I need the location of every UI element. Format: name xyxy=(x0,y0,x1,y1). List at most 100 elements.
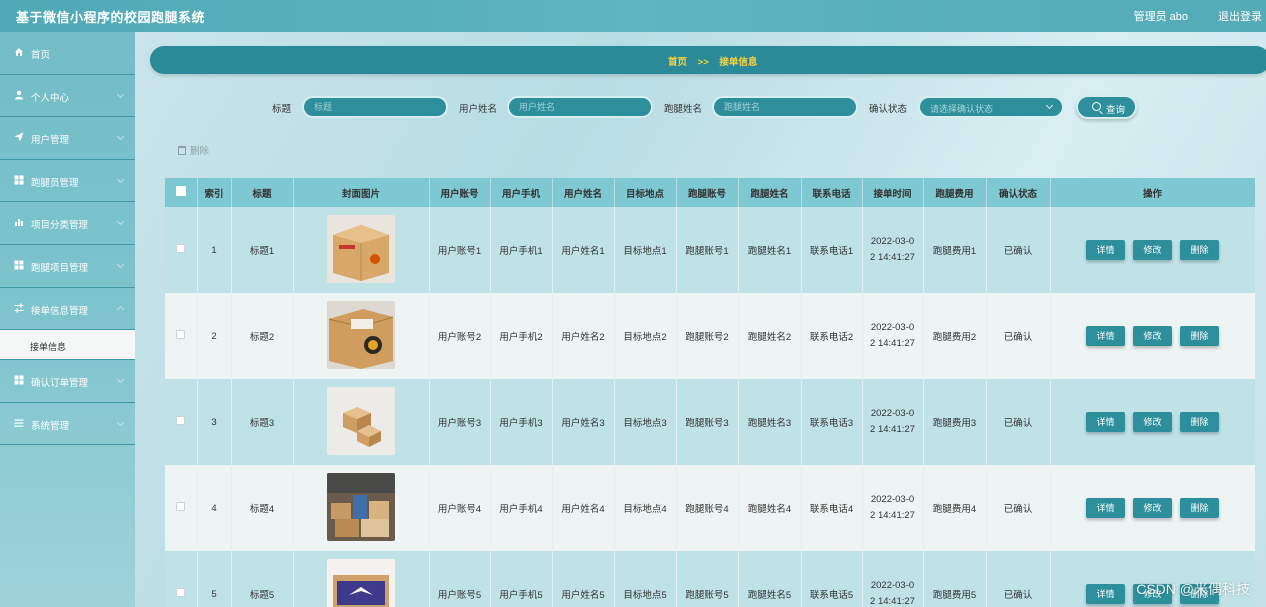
cell-account: 用户账号3 xyxy=(429,379,491,465)
username-input[interactable] xyxy=(507,96,653,118)
sidebar-item-confirm-orders[interactable]: 确认订单管理 xyxy=(0,360,135,403)
cell-runner-name: 跑腿姓名1 xyxy=(738,207,802,293)
cell-runner-account: 跑腿账号4 xyxy=(676,465,739,551)
cell-runner-name: 跑腿姓名4 xyxy=(738,465,802,551)
col-cover: 封面图片 xyxy=(293,178,430,207)
row-checkbox[interactable] xyxy=(165,293,198,379)
detail-button[interactable]: 详情 xyxy=(1086,240,1125,260)
cell-fee: 跑腿费用5 xyxy=(923,551,987,607)
cover-image xyxy=(327,214,395,283)
cell-tel: 联系电话3 xyxy=(801,379,863,465)
query-button[interactable]: 查询 xyxy=(1076,95,1137,119)
chevron-down-icon xyxy=(1045,101,1054,110)
detail-button[interactable]: 详情 xyxy=(1086,584,1125,604)
runner-name-label: 跑腿姓名 xyxy=(664,104,703,115)
cell-name: 用户姓名5 xyxy=(552,551,615,607)
chevron-down-icon xyxy=(116,376,125,384)
breadcrumb: 首页 >> 接单信息 xyxy=(150,46,1266,74)
status-select[interactable]: 请选择确认状态 xyxy=(918,96,1064,118)
title-input[interactable] xyxy=(302,96,448,118)
sidebar-item-home[interactable]: 首页 xyxy=(0,32,135,75)
cell-title: 标题1 xyxy=(231,207,294,293)
table-header-row: 索引 标题 封面图片 用户账号 用户手机 用户姓名 目标地点 跑腿账号 跑腿姓名… xyxy=(165,178,1255,207)
sidebar-item-projects[interactable]: 跑腿项目管理 xyxy=(0,245,135,288)
batch-delete-button[interactable]: 删除 xyxy=(178,143,209,157)
row-checkbox[interactable] xyxy=(165,207,198,293)
table-row: 4 标题4 用户账号4 用户手机4 用户姓名4 目标地点4 跑腿账号4 跑腿姓名4 联系电话4 2… xyxy=(165,465,1255,551)
cell-dest: 目标地点4 xyxy=(614,465,677,551)
status-select-placeholder: 请选择确认状态 xyxy=(930,104,994,114)
cell-runner-account: 跑腿账号1 xyxy=(676,207,739,293)
cell-phone: 用户手机2 xyxy=(490,293,553,379)
cell-title: 标题5 xyxy=(231,551,294,607)
col-title: 标题 xyxy=(231,178,294,207)
cell-name: 用户姓名2 xyxy=(552,293,615,379)
col-runner-account: 跑腿账号 xyxy=(676,178,739,207)
list-icon xyxy=(14,419,24,427)
cell-name: 用户姓名3 xyxy=(552,379,615,465)
detail-button[interactable]: 详情 xyxy=(1086,498,1125,518)
cell-name: 用户姓名1 xyxy=(552,207,615,293)
app-title: 基于微信小程序的校园跑腿系统 xyxy=(16,10,206,25)
cell-status: 已确认 xyxy=(986,551,1051,607)
col-runner-name: 跑腿姓名 xyxy=(738,178,802,207)
time-line-2: 2 14:41:27 xyxy=(870,338,915,349)
delete-button[interactable]: 删除 xyxy=(1180,498,1219,518)
row-checkbox[interactable] xyxy=(165,551,198,607)
cell-dest: 目标地点1 xyxy=(614,207,677,293)
cell-ops: 详情 修改 删除 xyxy=(1050,465,1255,551)
cell-status: 已确认 xyxy=(986,465,1051,551)
time-line-2: 2 14:41:27 xyxy=(870,424,915,435)
sidebar-subitem-label: 接单信息 xyxy=(30,342,67,353)
sidebar-item-label: 首页 xyxy=(31,50,51,61)
col-ops: 操作 xyxy=(1050,178,1255,207)
cell-account: 用户账号1 xyxy=(429,207,491,293)
time-line-1: 2022-03-0 xyxy=(870,236,915,247)
chevron-up-icon xyxy=(116,305,125,313)
logout-link[interactable]: 退出登录 xyxy=(1218,8,1262,24)
edit-button[interactable]: 修改 xyxy=(1133,412,1172,432)
select-all-checkbox[interactable] xyxy=(165,178,198,207)
cell-cover xyxy=(293,465,430,551)
cell-time: 2022-03-0 2 14:41:27 xyxy=(862,551,924,607)
delete-button[interactable]: 删除 xyxy=(1180,326,1219,346)
home-icon xyxy=(15,48,23,56)
sidebar-item-label: 项目分类管理 xyxy=(31,220,89,232)
row-checkbox[interactable] xyxy=(165,379,198,465)
sidebar-item-label: 确认订单管理 xyxy=(31,378,89,390)
sidebar-subitem-order-info[interactable]: 接单信息 xyxy=(0,330,135,361)
cell-status: 已确认 xyxy=(986,379,1051,465)
edit-button[interactable]: 修改 xyxy=(1133,498,1172,518)
sidebar-item-system[interactable]: 系统管理 xyxy=(0,403,135,446)
username-label: 用户姓名 xyxy=(459,104,498,115)
cell-time: 2022-03-0 2 14:41:27 xyxy=(862,465,924,551)
delete-button[interactable]: 删除 xyxy=(1180,412,1219,432)
top-header: 基于微信小程序的校园跑腿系统 管理员 abo 退出登录 xyxy=(0,0,1266,32)
edit-button[interactable]: 修改 xyxy=(1133,240,1172,260)
edit-button[interactable]: 修改 xyxy=(1133,326,1172,346)
sidebar-item-orders[interactable]: 接单信息管理 xyxy=(0,288,135,331)
cell-runner-account: 跑腿账号5 xyxy=(676,551,739,607)
breadcrumb-separator: >> xyxy=(697,57,709,68)
sidebar-item-category[interactable]: 项目分类管理 xyxy=(0,202,135,245)
cell-fee: 跑腿费用1 xyxy=(923,207,987,293)
cell-cover xyxy=(293,379,430,465)
cell-phone: 用户手机3 xyxy=(490,379,553,465)
time-line-2: 2 14:41:27 xyxy=(870,510,915,521)
detail-button[interactable]: 详情 xyxy=(1086,412,1125,432)
runner-name-input[interactable] xyxy=(712,96,858,118)
grid-icon xyxy=(14,175,24,185)
sidebar-item-label: 接单信息管理 xyxy=(31,305,89,317)
breadcrumb-home[interactable]: 首页 xyxy=(668,57,687,68)
row-checkbox[interactable] xyxy=(165,465,198,551)
bar-chart-icon xyxy=(15,219,23,227)
delete-button[interactable]: 删除 xyxy=(1180,240,1219,260)
detail-button[interactable]: 详情 xyxy=(1086,326,1125,346)
col-fee: 跑腿费用 xyxy=(923,178,987,207)
time-line-1: 2022-03-0 xyxy=(870,494,915,505)
cell-status: 已确认 xyxy=(986,293,1051,379)
sidebar-item-runners[interactable]: 跑腿员管理 xyxy=(0,160,135,203)
cell-ops: 详情 修改 删除 xyxy=(1050,293,1255,379)
table-row: 1 标题1 用户账号1 用户手机1 用户姓名1 目标地点1 跑腿账号1 跑腿姓名1 联系电话1 2… xyxy=(165,207,1255,293)
sidebar-item-users[interactable]: 用户管理 xyxy=(0,117,135,160)
